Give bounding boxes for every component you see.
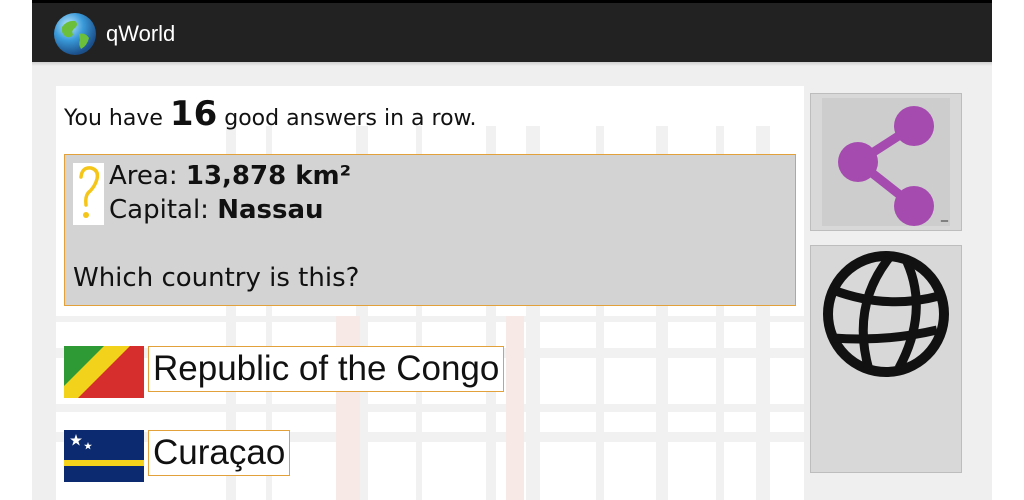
curacao-flag[interactable] [64,430,144,482]
streak-message: You have 16 good answers in a row. [64,94,477,134]
question-mark-icon [73,163,104,225]
streak-suffix: good answers in a row. [224,106,477,131]
quiz-panel: You have 16 good answers in a row. Area:… [56,86,804,500]
question-box: Area: 13,878 km² Capital: Nassau Which c… [64,154,796,306]
capital-value: Nassau [217,195,324,225]
action-bar-shadow [32,62,992,66]
streak-prefix: You have [64,106,163,131]
question-prompt: Which country is this? [73,263,360,293]
capital-line: Capital: Nassau [109,195,324,225]
globe-button[interactable] [810,245,962,473]
share-button-face [822,98,950,226]
app-title: qWorld [106,21,176,46]
capital-label: Capital: [109,195,209,225]
area-label: Area: [109,161,178,191]
globe-app-icon[interactable] [53,12,97,56]
share-button[interactable]: _ [810,93,962,231]
action-bar: qWorld [32,0,992,62]
area-line: Area: 13,878 km² [109,161,351,191]
answer-label[interactable]: Republic of the Congo [148,346,505,392]
app-screen: qWorld You have 16 good answers in a row… [32,0,992,500]
share-underscore: _ [941,206,948,222]
share-icon [838,106,934,226]
congo-flag[interactable] [64,346,144,398]
streak-count: 16 [169,94,218,134]
answer-label[interactable]: Curaçao [148,430,291,476]
globe-icon [823,251,949,377]
area-value: 13,878 km² [185,161,352,191]
